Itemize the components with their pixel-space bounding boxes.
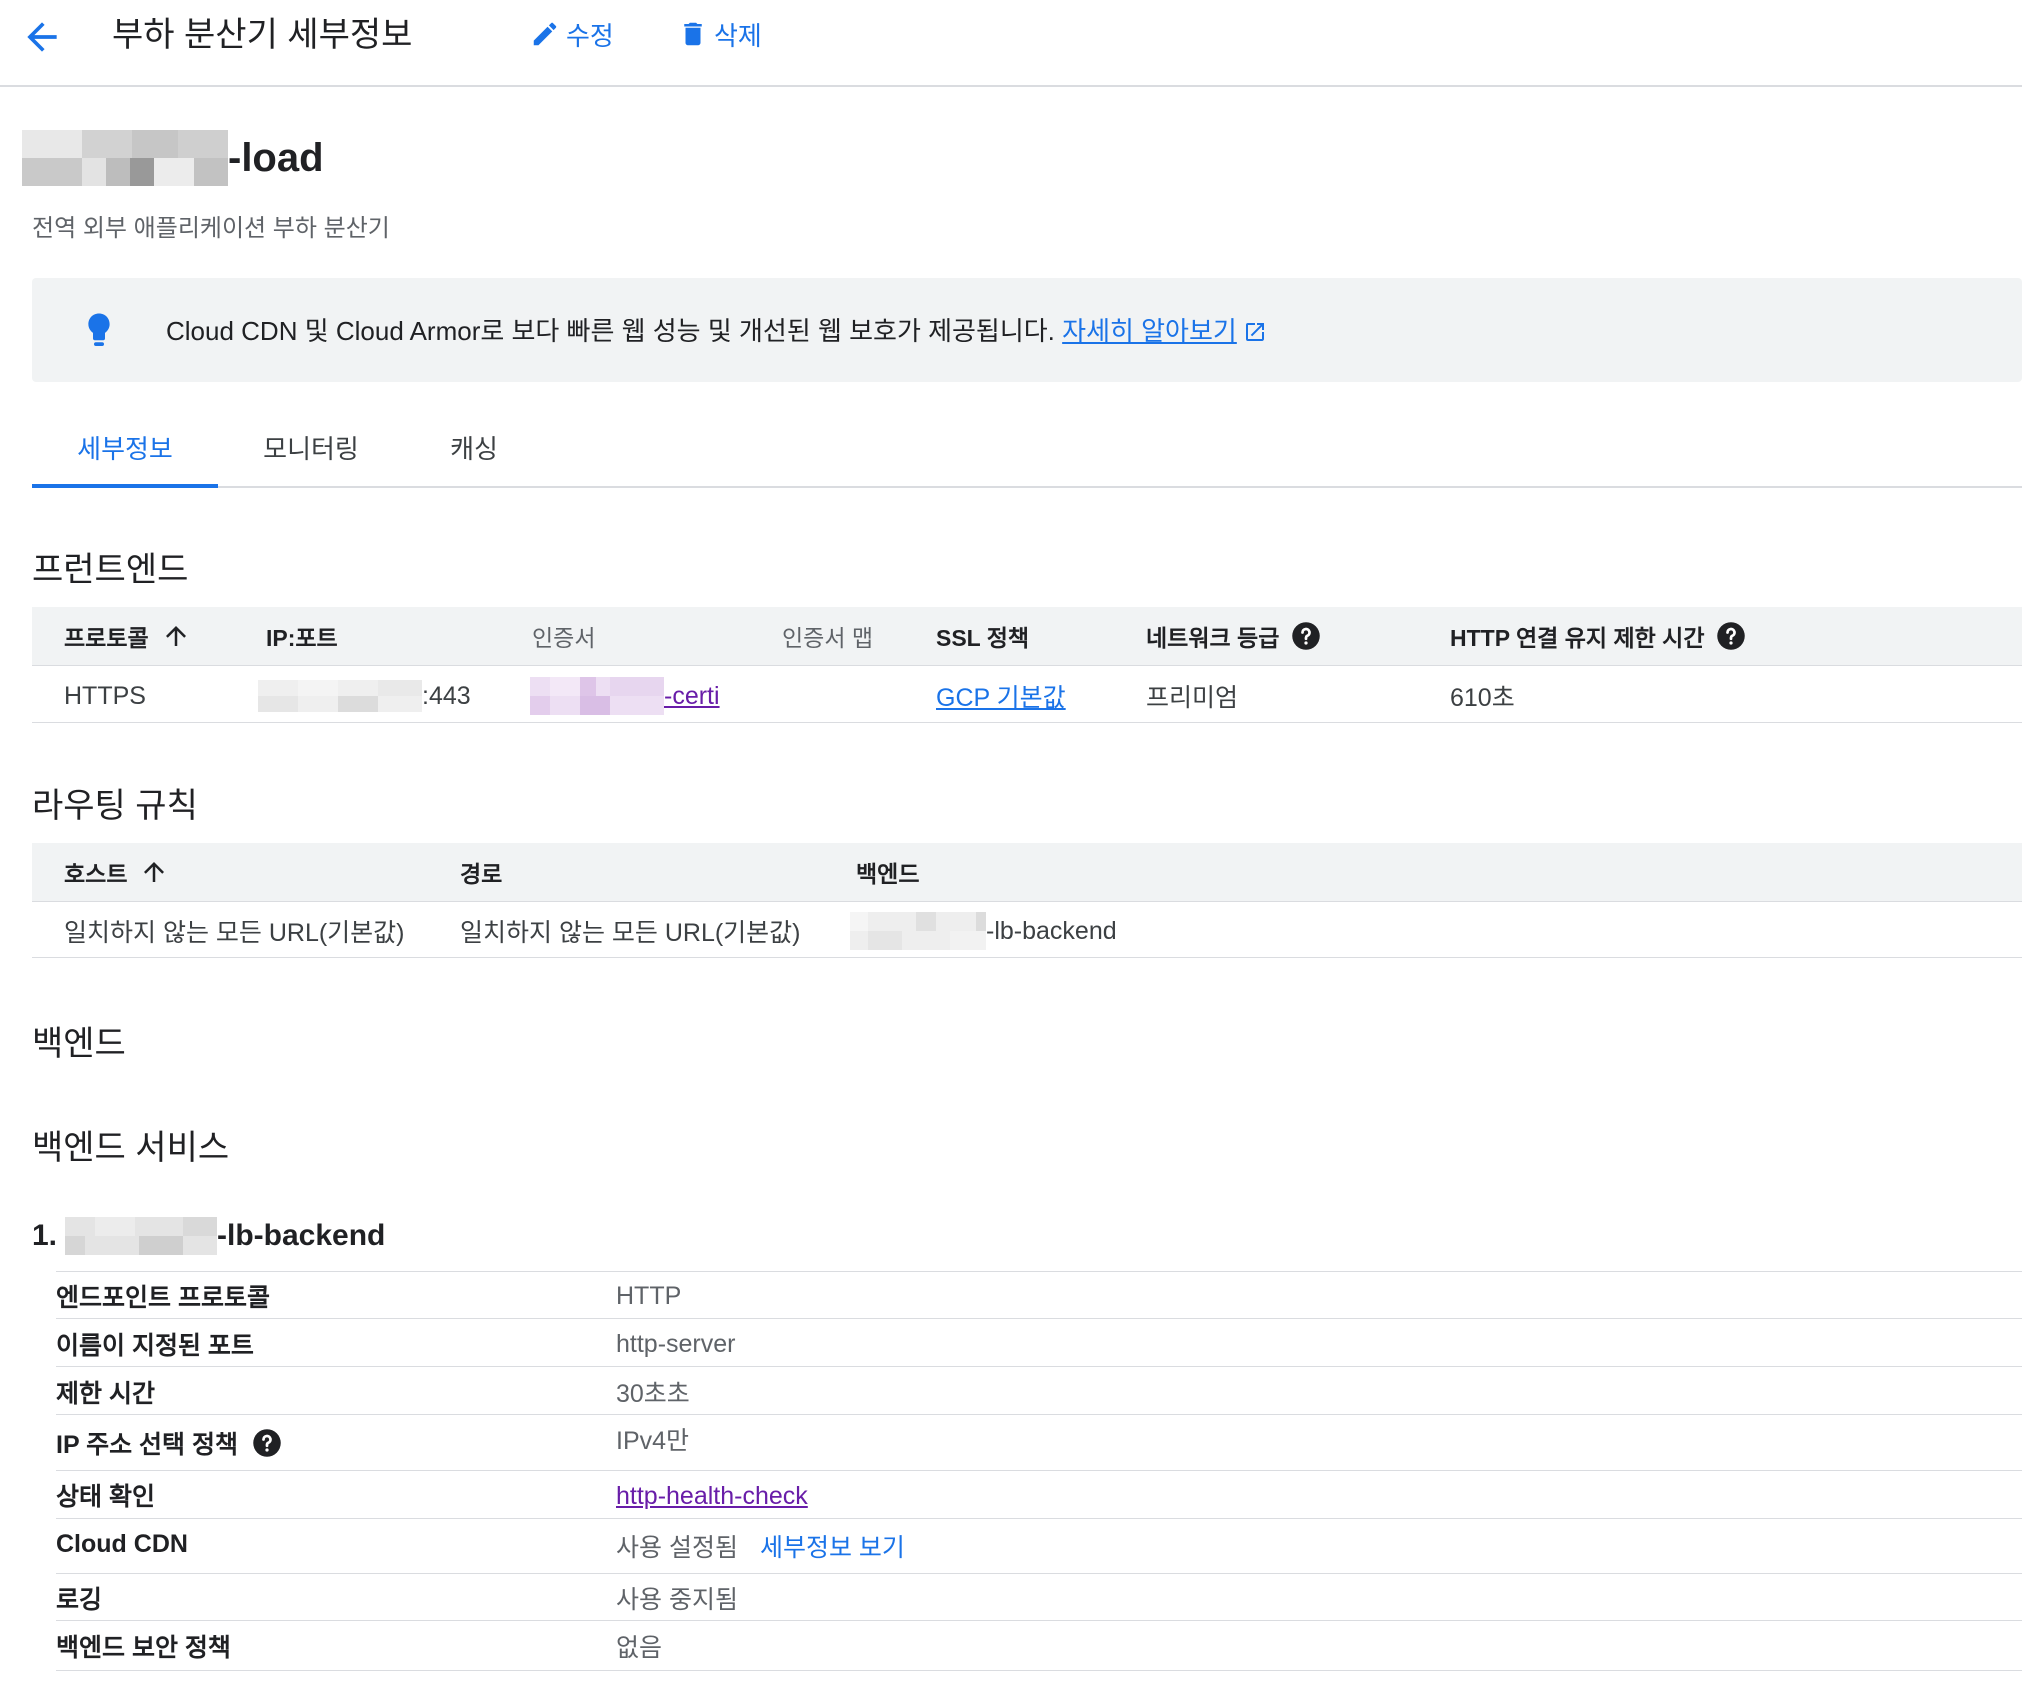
- frontend-ip-port-value: :443: [258, 676, 471, 716]
- routing-backend-suffix: -lb-backend: [986, 916, 1117, 945]
- load-balancer-name: -load: [22, 130, 324, 186]
- divider: [32, 901, 2022, 902]
- divider: [56, 1573, 2022, 1574]
- sort-ascending-icon[interactable]: [139, 857, 169, 887]
- health-check-link[interactable]: http-health-check: [616, 1482, 808, 1511]
- frontend-keepalive-value: 610초: [1450, 684, 1515, 712]
- frontend-heading: 프런트엔드: [32, 551, 189, 589]
- detail-key-security-policy: 백엔드 보안 정책: [56, 1634, 231, 1662]
- frontend-certificate-value[interactable]: -certi: [530, 676, 720, 716]
- divider: [56, 1414, 2022, 1415]
- sort-ascending-icon[interactable]: [161, 621, 191, 651]
- banner-text: Cloud CDN 및 Cloud Armor로 보다 빠른 웹 성능 및 개선…: [166, 316, 1055, 346]
- divider: [56, 1366, 2022, 1367]
- detail-value-logging: 사용 중지됨: [616, 1586, 738, 1614]
- help-icon[interactable]: [1716, 621, 1746, 651]
- frontend-protocol-value: HTTPS: [64, 681, 146, 710]
- routing-backend-value: -lb-backend: [850, 911, 1117, 951]
- backend-services-heading: 백엔드 서비스: [32, 1129, 230, 1167]
- routing-heading: 라우팅 규칙: [32, 787, 198, 825]
- pencil-icon: [533, 22, 557, 46]
- detail-key-logging: 로깅: [56, 1586, 103, 1614]
- column-backend: 백엔드: [856, 861, 920, 887]
- divider: [32, 665, 2022, 666]
- detail-value-named-port: http-server: [616, 1329, 736, 1358]
- column-protocol[interactable]: 프로토콜: [64, 617, 191, 655]
- learn-more-link[interactable]: 자세히 알아보기: [1062, 316, 1237, 346]
- divider: [56, 1470, 2022, 1471]
- detail-value-cloud-cdn: 사용 설정됨 세부정보 보기: [616, 1528, 905, 1564]
- backend-service-name-suffix: -lb-backend: [217, 1219, 386, 1252]
- tab-bar: 세부정보 모니터링 캐싱: [32, 418, 2022, 488]
- redacted-certificate-block: [530, 677, 664, 715]
- frontend-network-tier-value: 프리미엄: [1146, 684, 1239, 712]
- column-protocol-label: 프로토콜: [64, 625, 149, 651]
- tab-details[interactable]: 세부정보: [32, 418, 218, 488]
- divider: [32, 957, 2022, 958]
- help-icon[interactable]: [1291, 621, 1321, 651]
- divider: [32, 722, 2022, 723]
- ssl-policy-link[interactable]: GCP 기본값: [936, 676, 1066, 716]
- external-link-icon[interactable]: [1243, 320, 1267, 344]
- tab-monitoring[interactable]: 모니터링: [218, 418, 404, 484]
- detail-value-health-check[interactable]: http-health-check: [616, 1477, 808, 1515]
- divider: [56, 1318, 2022, 1319]
- redacted-name-block: [22, 130, 228, 186]
- detail-value-ip-policy: IPv4만: [616, 1427, 690, 1455]
- load-balancer-type: 전역 외부 애플리케이션 부하 분산기: [32, 215, 390, 242]
- detail-key-endpoint-protocol: 엔드포인트 프로토콜: [56, 1284, 270, 1312]
- edit-label: 수정: [566, 20, 614, 51]
- page-title: 부하 분산기 세부정보: [112, 16, 413, 54]
- edit-button[interactable]: 수정: [530, 12, 614, 56]
- column-keepalive-timeout: HTTP 연결 유지 제한 시간: [1450, 617, 1746, 655]
- column-network-tier-label: 네트워크 등급: [1146, 625, 1280, 651]
- divider: [56, 1620, 2022, 1621]
- column-ip-port: IP:포트: [266, 625, 338, 651]
- ssl-policy-link-text[interactable]: GCP 기본값: [936, 678, 1066, 714]
- detail-key-ip-policy-label: IP 주소 선택 정책: [56, 1431, 239, 1459]
- backend-service-index: 1.: [32, 1219, 58, 1252]
- certificate-link[interactable]: -certi: [664, 682, 720, 711]
- detail-value-timeout: 30초초: [616, 1380, 690, 1408]
- column-certificate: 인증서: [532, 625, 596, 651]
- column-host-label: 호스트: [64, 861, 128, 887]
- routing-path-value: 일치하지 않는 모든 URL(기본값): [460, 919, 801, 947]
- column-host[interactable]: 호스트: [64, 853, 169, 891]
- column-path: 경로: [460, 861, 503, 887]
- trash-icon: [684, 22, 702, 46]
- redacted-backend-block: [850, 912, 986, 950]
- delete-button[interactable]: 삭제: [678, 12, 762, 56]
- divider: [56, 1670, 2022, 1671]
- detail-key-timeout: 제한 시간: [56, 1380, 155, 1408]
- back-arrow-icon[interactable]: [20, 15, 64, 59]
- cloud-cdn-status: 사용 설정됨: [616, 1534, 738, 1562]
- detail-key-named-port: 이름이 지정된 포트: [56, 1332, 254, 1360]
- help-icon[interactable]: [252, 1428, 282, 1458]
- backend-service-title: 1. -lb-backend: [32, 1216, 385, 1256]
- lightbulb-icon: [88, 313, 110, 346]
- column-ssl-policy: SSL 정책: [936, 625, 1030, 651]
- detail-value-security-policy: 없음: [616, 1634, 663, 1662]
- column-network-tier: 네트워크 등급: [1146, 617, 1321, 655]
- delete-label: 삭제: [714, 20, 762, 51]
- routing-table-header: [32, 843, 2022, 901]
- detail-key-health-check: 상태 확인: [56, 1483, 155, 1511]
- column-certificate-map: 인증서 맵: [782, 625, 874, 651]
- backend-heading: 백엔드: [32, 1025, 126, 1063]
- redacted-ip-block: [258, 680, 422, 712]
- load-balancer-name-suffix: -load: [228, 135, 324, 180]
- redacted-service-block: [65, 1217, 218, 1255]
- divider: [56, 1271, 2022, 1272]
- routing-host-value: 일치하지 않는 모든 URL(기본값): [64, 919, 405, 947]
- divider: [56, 1518, 2022, 1519]
- detail-key-cloud-cdn: Cloud CDN: [56, 1529, 188, 1558]
- detail-value-endpoint-protocol: HTTP: [616, 1281, 682, 1310]
- view-details-link[interactable]: 세부정보 보기: [760, 1528, 905, 1564]
- column-keepalive-label: HTTP 연결 유지 제한 시간: [1450, 625, 1705, 651]
- ip-port-suffix: :443: [422, 681, 471, 710]
- banner-message: Cloud CDN 및 Cloud Armor로 보다 빠른 웹 성능 및 개선…: [166, 312, 1267, 350]
- detail-key-ip-policy: IP 주소 선택 정책: [56, 1424, 282, 1462]
- tab-caching[interactable]: 캐싱: [404, 418, 544, 484]
